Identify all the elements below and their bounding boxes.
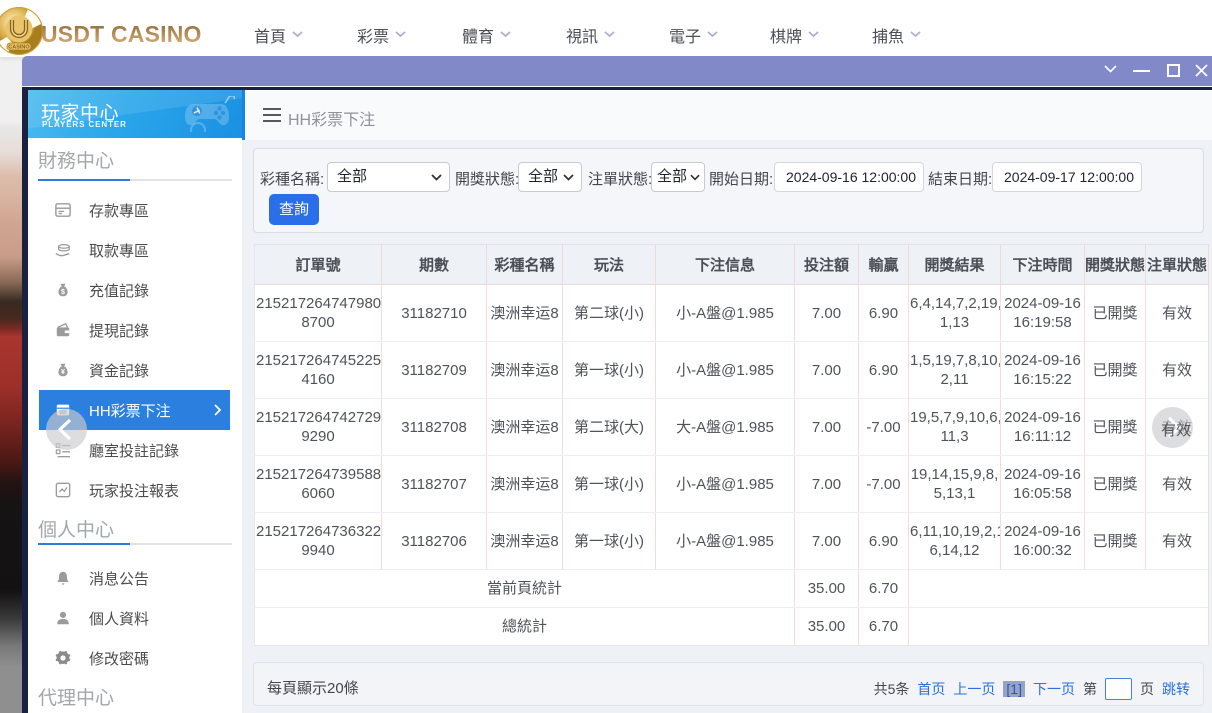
svg-text:CASINO: CASINO xyxy=(8,45,30,51)
svg-text:$: $ xyxy=(61,288,65,296)
svg-text:¥: ¥ xyxy=(61,368,65,376)
